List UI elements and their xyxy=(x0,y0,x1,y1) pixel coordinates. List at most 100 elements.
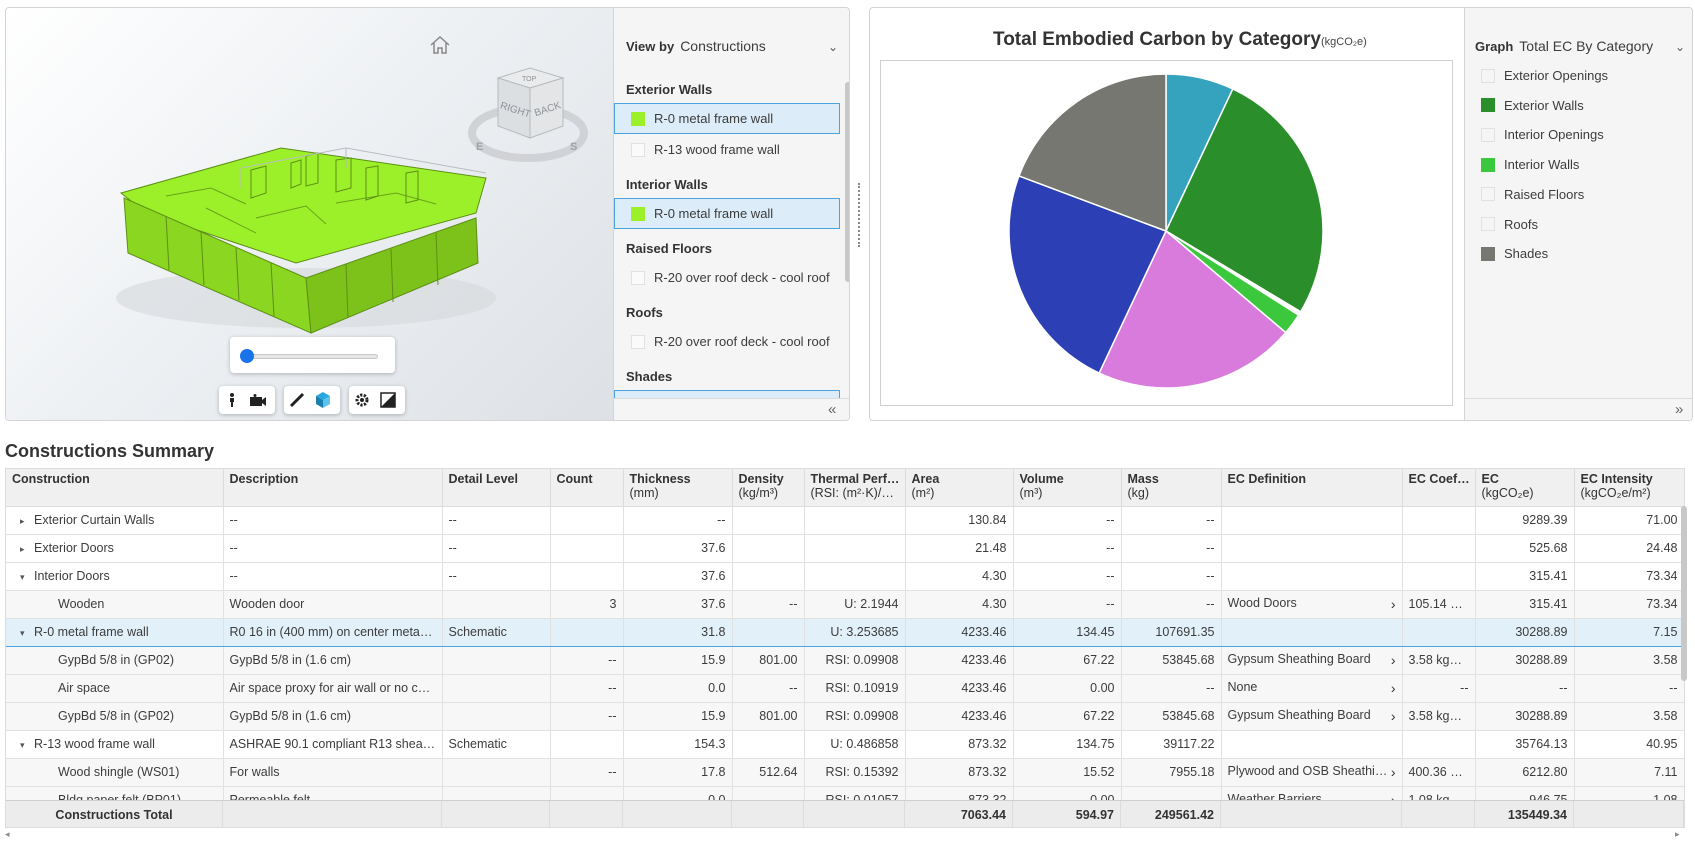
column-header[interactable]: Thickness (mm) xyxy=(623,469,733,507)
column-header[interactable]: Density (kg/m³) xyxy=(732,469,805,507)
panel-splitter-handle[interactable] xyxy=(858,183,860,247)
section-slider-track[interactable] xyxy=(246,354,378,359)
view-by-value[interactable]: Constructions xyxy=(680,38,766,54)
legend-swatch[interactable] xyxy=(1481,127,1495,142)
total-cell xyxy=(1574,801,1684,827)
view-by-scrollbar[interactable] xyxy=(845,72,849,402)
scroll-left-icon[interactable]: ◂ xyxy=(5,829,10,840)
table-cell[interactable] xyxy=(1221,730,1403,759)
table-cell[interactable]: Wood Doors › xyxy=(1221,590,1403,619)
color-swatch[interactable] xyxy=(631,111,645,126)
chevron-right-icon[interactable]: › xyxy=(1391,596,1396,612)
table-row[interactable]: ▸ Exterior Curtain Walls -- -- -- 130.84 -- -- 9… xyxy=(6,506,1684,535)
column-header[interactable]: Area (m²) xyxy=(905,469,1014,507)
view-by-item[interactable]: R-20 over roof deck - cool roof xyxy=(614,262,840,293)
expand-right-icon[interactable]: ▸ xyxy=(20,544,34,555)
legend-item[interactable]: Exterior Openings xyxy=(1481,68,1608,83)
legend-item[interactable]: Roofs xyxy=(1481,217,1538,232)
cell-value: 15.9 xyxy=(701,653,726,667)
3d-viewport[interactable]: RIGHT BACK TOP E S xyxy=(6,8,613,420)
expand-down-icon[interactable]: ▾ xyxy=(20,740,34,751)
expand-right-icon[interactable]: ▸ xyxy=(20,516,34,527)
home-view-icon[interactable] xyxy=(428,34,452,56)
section-slider-thumb[interactable] xyxy=(240,349,254,363)
table-vertical-scrollbar[interactable] xyxy=(1680,506,1688,806)
color-swatch[interactable] xyxy=(631,334,645,349)
chevron-right-icon[interactable]: › xyxy=(1391,764,1396,780)
person-walk-icon[interactable] xyxy=(219,386,245,414)
color-swatch[interactable] xyxy=(631,270,645,285)
column-header[interactable]: EC Coef… xyxy=(1402,469,1476,507)
column-header-label: EC Definition xyxy=(1227,472,1306,486)
view-by-item[interactable]: R-0 metal frame wall xyxy=(614,198,840,229)
chevron-right-icon[interactable]: › xyxy=(1391,680,1396,696)
view-by-dropdown[interactable]: View by Constructions xyxy=(626,38,766,54)
table-row[interactable]: ▾ Interior Doors -- -- 37.6 4.30 -- -- 315.41 73.… xyxy=(6,562,1684,591)
pie-chart[interactable] xyxy=(881,61,1452,405)
legend-item[interactable]: Shades xyxy=(1481,246,1548,261)
collapse-right-icon[interactable]: » xyxy=(1675,401,1683,418)
table-cell[interactable]: None › xyxy=(1221,674,1403,703)
view-by-item[interactable]: R-20 over roof deck - cool roof xyxy=(614,326,840,357)
legend-swatch[interactable] xyxy=(1481,98,1495,113)
graph-dropdown[interactable]: Graph Total EC By Category xyxy=(1475,38,1653,54)
expand-down-icon[interactable]: ▾ xyxy=(20,572,34,583)
legend-swatch[interactable] xyxy=(1481,157,1495,172)
chevron-down-icon[interactable]: ⌄ xyxy=(1675,40,1685,54)
column-header[interactable]: Thermal Perf… (RSI: (m²·K)/… xyxy=(804,469,906,507)
column-header[interactable]: EC Intensity (kgCO₂e/m²) xyxy=(1574,469,1684,507)
legend-swatch[interactable] xyxy=(1481,246,1495,261)
table-row[interactable]: ▾ R-0 metal frame wall R0 16 in (400 mm) o… xyxy=(6,617,1684,647)
chevron-right-icon[interactable]: › xyxy=(1391,708,1396,724)
column-header[interactable]: Volume (m³) xyxy=(1013,469,1122,507)
camera-icon[interactable] xyxy=(245,386,271,414)
table-horizontal-scrollbar[interactable]: ◂ ▸ xyxy=(5,829,1685,839)
legend-item[interactable]: Interior Walls xyxy=(1481,157,1579,172)
column-header[interactable]: EC (kgCO₂e) xyxy=(1475,469,1575,507)
section-slider[interactable] xyxy=(230,337,395,373)
chevron-down-icon[interactable]: ⌄ xyxy=(828,40,838,54)
legend-swatch[interactable] xyxy=(1481,217,1495,231)
table-cell: Air space xyxy=(6,674,224,703)
table-row[interactable]: Wood shingle (WS01) For walls -- 17.8 512.64… xyxy=(6,758,1684,787)
table-row[interactable]: Wooden Wooden door 3 37.6 -- U: 2.1944 4.30 -- -… xyxy=(6,590,1684,619)
view-by-item[interactable]: R-0 metal frame wall xyxy=(614,103,840,134)
table-cell[interactable] xyxy=(1221,562,1403,591)
color-swatch[interactable] xyxy=(631,142,645,157)
table-cell: RSI: 0.10919 xyxy=(804,674,906,703)
viewcube[interactable]: RIGHT BACK TOP E S xyxy=(468,58,588,171)
table-row[interactable]: ▸ Exterior Doors -- -- 37.6 21.48 -- -- 525.68 24… xyxy=(6,534,1684,563)
table-cell[interactable] xyxy=(1221,506,1403,535)
section-box-icon[interactable] xyxy=(310,386,336,414)
gear-icon[interactable] xyxy=(349,386,375,414)
table-cell[interactable]: Gypsum Sheathing Board › xyxy=(1221,702,1403,731)
color-swatch[interactable] xyxy=(631,206,645,221)
scroll-right-icon[interactable]: ▸ xyxy=(1675,829,1680,840)
table-row[interactable]: GypBd 5/8 in (GP02) GypBd 5/8 in (1.6 cm)… xyxy=(6,646,1684,675)
graph-value[interactable]: Total EC By Category xyxy=(1519,38,1653,54)
expand-down-icon[interactable]: ▾ xyxy=(20,628,34,639)
legend-item[interactable]: Exterior Walls xyxy=(1481,98,1584,113)
table-row[interactable]: GypBd 5/8 in (GP02) GypBd 5/8 in (1.6 cm)… xyxy=(6,702,1684,731)
view-by-item[interactable]: R-13 wood frame wall xyxy=(614,134,840,165)
table-cell[interactable]: Gypsum Sheathing Board › xyxy=(1221,646,1403,675)
legend-swatch[interactable] xyxy=(1481,68,1495,83)
column-header[interactable]: Description xyxy=(223,469,443,507)
table-cell[interactable] xyxy=(1221,534,1403,563)
column-header[interactable]: EC Definition xyxy=(1221,469,1403,507)
column-header[interactable]: Count xyxy=(550,469,624,507)
column-header[interactable]: Detail Level xyxy=(442,469,551,507)
measure-icon[interactable] xyxy=(284,386,310,414)
table-cell[interactable] xyxy=(1221,617,1403,647)
table-row[interactable]: Air space Air space proxy for air wall or… xyxy=(6,674,1684,703)
column-header[interactable]: Construction xyxy=(6,469,224,507)
chevron-right-icon[interactable]: › xyxy=(1391,652,1396,668)
column-header[interactable]: Mass (kg) xyxy=(1121,469,1222,507)
legend-item[interactable]: Raised Floors xyxy=(1481,187,1584,202)
collapse-left-icon[interactable]: « xyxy=(828,401,836,418)
table-row[interactable]: ▾ R-13 wood frame wall ASHRAE 90.1 complia… xyxy=(6,730,1684,759)
legend-swatch[interactable] xyxy=(1481,187,1495,202)
legend-item[interactable]: Interior Openings xyxy=(1481,127,1604,142)
table-cell[interactable]: Plywood and OSB Sheathi… › xyxy=(1221,758,1403,787)
fullscreen-toggle-icon[interactable] xyxy=(375,386,401,414)
